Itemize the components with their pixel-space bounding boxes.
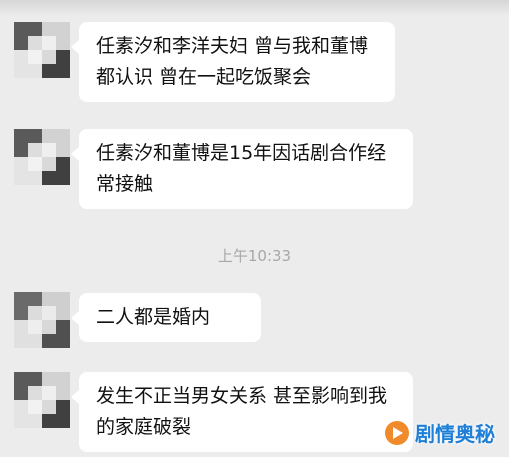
sender-avatar[interactable] xyxy=(14,292,70,348)
message-text: 二人都是婚内 xyxy=(96,306,211,328)
sender-avatar[interactable] xyxy=(14,22,70,78)
message-text: 发生不正当男女关系 甚至影响到我的家庭破裂 xyxy=(96,385,388,438)
message-bubble[interactable]: 任素汐和李洋夫妇 曾与我和董博都认识 曾在一起吃饭聚会 xyxy=(71,22,395,102)
message-bubble[interactable]: 发生不正当男女关系 甚至影响到我的家庭破裂 xyxy=(71,372,413,452)
watermark: 剧情奥秘 xyxy=(385,418,495,447)
message-text: 任素汐和董博是15年因话剧合作经常接触 xyxy=(96,142,387,195)
play-logo-icon xyxy=(385,420,409,445)
message-bubble[interactable]: 任素汐和董博是15年因话剧合作经常接触 xyxy=(71,129,413,209)
message-bubble[interactable]: 二人都是婚内 xyxy=(71,293,261,342)
sender-avatar[interactable] xyxy=(14,129,70,185)
watermark-text: 剧情奥秘 xyxy=(415,422,495,446)
top-edge xyxy=(0,0,509,16)
timestamp: 上午10:33 xyxy=(217,247,292,265)
sender-avatar[interactable] xyxy=(14,372,70,428)
message-text: 任素汐和李洋夫妇 曾与我和董博都认识 曾在一起吃饭聚会 xyxy=(96,35,369,88)
